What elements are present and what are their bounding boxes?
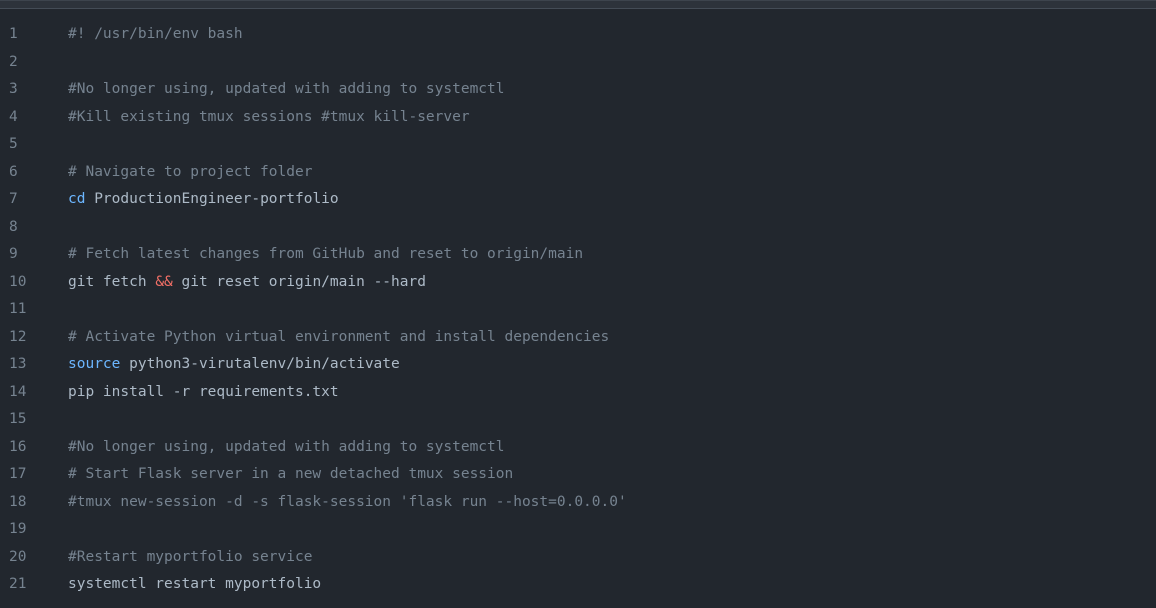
code-token-plain: pip install -r requirements.txt: [68, 383, 339, 400]
code-line[interactable]: 16 #No longer using, updated with adding …: [0, 434, 1156, 462]
line-content: #No longer using, updated with adding to…: [68, 76, 505, 104]
line-content: #Kill existing tmux sessions #tmux kill-…: [68, 104, 470, 132]
code-line[interactable]: 11: [0, 296, 1156, 324]
code-token-plain: python3-virutalenv/bin/activate: [120, 356, 400, 372]
code-token-comment: #No longer using, updated with adding to…: [68, 81, 505, 97]
code-token-comment: # Start Flask server in a new detached t…: [68, 466, 514, 482]
line-number: 3: [9, 81, 18, 97]
code-token-comment: #! /usr/bin/env bash: [68, 26, 243, 42]
line-number: 8: [9, 218, 18, 235]
code-line[interactable]: 6 # Navigate to project folder: [0, 159, 1156, 187]
line-content: cd ProductionEngineer-portfolio: [68, 186, 339, 214]
code-token-comment: # Activate Python virtual environment an…: [68, 328, 610, 345]
code-line[interactable]: 20 #Restart myportfolio service: [0, 544, 1156, 572]
code-token-comment: #Restart myportfolio service: [68, 548, 313, 565]
code-line[interactable]: 9 # Fetch latest changes from GitHub and …: [0, 241, 1156, 269]
code-line[interactable]: 4 #Kill existing tmux sessions #tmux kill…: [0, 104, 1156, 132]
code-token-builtin: cd: [68, 191, 86, 207]
line-content: # Navigate to project folder: [68, 159, 312, 187]
line-number: 1: [9, 26, 18, 42]
code-line[interactable]: 8: [0, 214, 1156, 242]
code-token-plain: git reset origin/main --hard: [172, 273, 426, 290]
line-content: systemctl restart myportfolio: [68, 571, 321, 599]
code-line[interactable]: 2: [0, 49, 1156, 77]
line-content: #! /usr/bin/env bash: [68, 21, 243, 49]
code-token-op: &&: [155, 273, 173, 290]
line-number: 12: [9, 328, 27, 345]
code-line[interactable]: 5: [0, 131, 1156, 159]
code-line[interactable]: 17 # Start Flask server in a new detached…: [0, 461, 1156, 489]
line-number: 6: [9, 163, 18, 180]
code-token-plain: git fetch: [68, 273, 156, 290]
line-content: #Restart myportfolio service: [68, 544, 312, 572]
line-number: 9: [9, 246, 18, 262]
code-editor: 1 #! /usr/bin/env bash 2 3 #No longer using,…: [0, 0, 1156, 608]
line-number: 5: [9, 136, 18, 152]
line-number: 14: [9, 383, 27, 400]
line-content: # Fetch latest changes from GitHub and r…: [68, 241, 583, 269]
line-number: 21: [9, 576, 27, 592]
line-number: 19: [9, 521, 27, 537]
code-line[interactable]: 15: [0, 406, 1156, 434]
line-number: 4: [9, 108, 18, 125]
line-content: # Activate Python virtual environment an…: [68, 324, 609, 352]
line-content: # Start Flask server in a new detached t…: [68, 461, 513, 489]
code-line[interactable]: 3 #No longer using, updated with adding t…: [0, 76, 1156, 104]
code-token-plain: systemctl restart myportfolio: [68, 576, 322, 592]
line-content: source python3-virutalenv/bin/activate: [68, 351, 400, 379]
line-content: git fetch && git reset origin/main --har…: [68, 269, 426, 297]
line-number: 18: [9, 493, 27, 510]
code-line[interactable]: 13 source python3-virutalenv/bin/activate: [0, 351, 1156, 379]
line-number: 2: [9, 53, 18, 70]
code-token-comment: #No longer using, updated with adding to…: [68, 438, 505, 455]
code-area[interactable]: 1 #! /usr/bin/env bash 2 3 #No longer using,…: [0, 21, 1156, 599]
code-token-comment: #Kill existing tmux sessions #tmux kill-…: [68, 108, 470, 125]
line-number: 13: [9, 356, 27, 372]
line-content: #tmux new-session -d -s flask-session 'f…: [68, 489, 627, 517]
code-line[interactable]: 10 git fetch && git reset origin/main --h…: [0, 269, 1156, 297]
line-number: 20: [9, 548, 27, 565]
code-token-comment: # Navigate to project folder: [68, 163, 313, 180]
line-content: #No longer using, updated with adding to…: [68, 434, 505, 462]
code-token-builtin: source: [68, 356, 121, 372]
line-number: 11: [9, 301, 27, 317]
code-token-comment: # Fetch latest changes from GitHub and r…: [68, 246, 584, 262]
code-token-comment: #tmux new-session -d -s flask-session 'f…: [68, 493, 627, 510]
code-line[interactable]: 21 systemctl restart myportfolio: [0, 571, 1156, 599]
code-line[interactable]: 1 #! /usr/bin/env bash: [0, 21, 1156, 49]
code-token-plain: ProductionEngineer-portfolio: [85, 191, 339, 207]
code-line[interactable]: 18 #tmux new-session -d -s flask-session …: [0, 489, 1156, 517]
line-number: 10: [9, 273, 27, 290]
code-line[interactable]: 14 pip install -r requirements.txt: [0, 379, 1156, 407]
line-number: 16: [9, 438, 27, 455]
editor-top-border: [0, 1, 1156, 9]
code-line[interactable]: 7 cd ProductionEngineer-portfolio: [0, 186, 1156, 214]
line-number: 7: [9, 191, 18, 207]
line-number: 17: [9, 466, 27, 482]
line-content: pip install -r requirements.txt: [68, 379, 339, 407]
code-line[interactable]: 12 # Activate Python virtual environment …: [0, 324, 1156, 352]
line-number: 15: [9, 411, 27, 427]
code-line[interactable]: 19: [0, 516, 1156, 544]
